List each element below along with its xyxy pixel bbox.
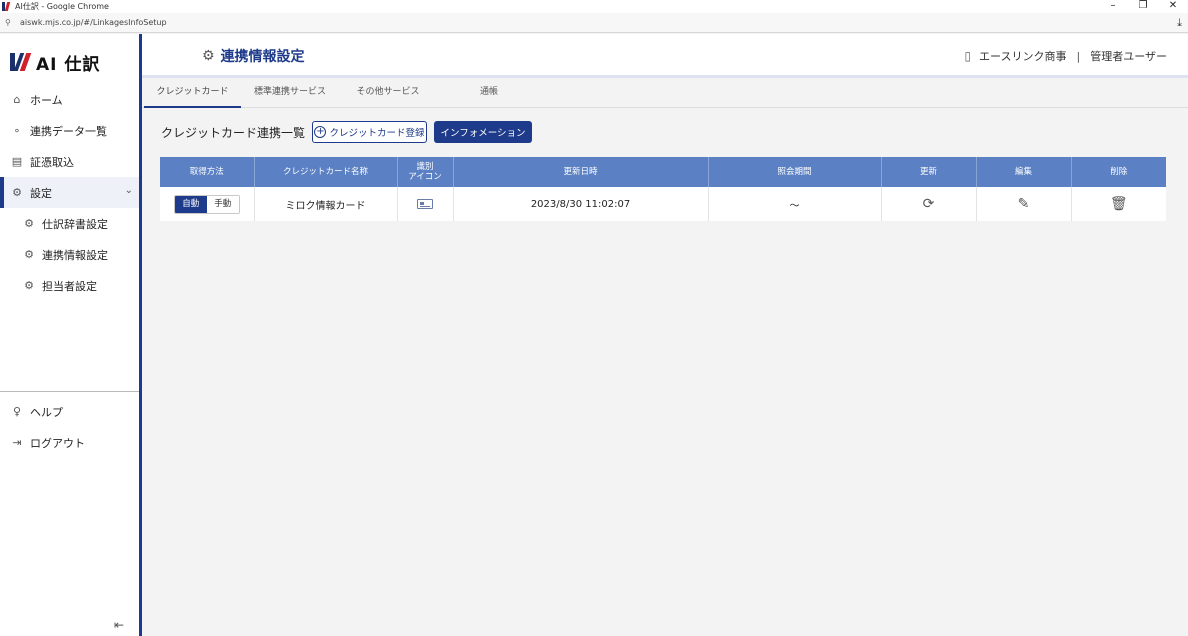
brand-mark-icon bbox=[10, 53, 32, 71]
lightbulb-icon: ♀ bbox=[12, 405, 22, 418]
updated-at-cell: 2023/8/30 11:02:07 bbox=[453, 187, 709, 221]
tab-credit-card[interactable]: クレジットカード bbox=[144, 81, 241, 108]
mode-auto-option[interactable]: 自動 bbox=[174, 195, 207, 213]
close-icon[interactable]: ✕ bbox=[1158, 0, 1188, 13]
user-name[interactable]: 管理者ユーザー bbox=[1090, 48, 1167, 64]
register-button-label: クレジットカード登録 bbox=[329, 128, 425, 139]
column-header-delete: 削除 bbox=[1071, 157, 1166, 187]
edit-icon[interactable]: ✎ bbox=[1018, 196, 1030, 212]
delete-cell: 🗑 bbox=[1071, 187, 1166, 221]
plus-circle-icon: + bbox=[314, 126, 327, 138]
column-header-period: 照会期間 bbox=[708, 157, 882, 187]
staff-settings-icon: ⚙ bbox=[24, 279, 34, 292]
sidebar-subitem-label: 仕訳辞書設定 bbox=[42, 217, 108, 231]
identifier-icon-cell bbox=[397, 187, 454, 221]
site-info-icon[interactable]: ⚲ bbox=[5, 18, 15, 27]
sidebar-item-label: 連携データ一覧 bbox=[30, 124, 107, 138]
page-title: ⚙ 連携情報設定 bbox=[202, 46, 305, 66]
settings-gear-icon: ⚙ bbox=[12, 186, 22, 199]
page-title-text: 連携情報設定 bbox=[220, 49, 305, 65]
sidebar-subitem-linkage-info[interactable]: ⚙ 連携情報設定 bbox=[0, 239, 139, 270]
company-name: エースリンク商事 bbox=[979, 50, 1067, 63]
column-header-refresh: 更新 bbox=[881, 157, 977, 187]
column-header-icon-line1: 識別 bbox=[416, 162, 434, 172]
minimize-icon[interactable]: – bbox=[1098, 0, 1128, 13]
column-header-updated-at: 更新日時 bbox=[453, 157, 709, 187]
user-area: ▯ エースリンク商事 | 管理者ユーザー bbox=[964, 48, 1167, 64]
window-title: AI仕訳 - Google Chrome bbox=[15, 2, 109, 11]
tab-standard-service[interactable]: 標準連携サービス bbox=[246, 81, 334, 108]
sidebar-subitem-journal-dictionary[interactable]: ⚙ 仕訳辞書設定 bbox=[0, 208, 139, 239]
restore-icon[interactable]: ❐ bbox=[1128, 0, 1158, 13]
sidebar-nav: ⌂ ホーム ∘ 連携データ一覧 ▤ 証憑取込 ⚙ 設定 ⌄ ⚙ 仕訳辞書設定 ⚙… bbox=[0, 84, 139, 301]
sidebar-item-label: ログアウト bbox=[30, 436, 85, 450]
sidebar-item-linked-data[interactable]: ∘ 連携データ一覧 bbox=[0, 115, 139, 146]
window-controls: – ❐ ✕ bbox=[1098, 0, 1188, 13]
period-cell: ～ bbox=[708, 187, 882, 221]
refresh-icon[interactable]: ⟳ bbox=[923, 196, 935, 212]
sidebar-divider bbox=[0, 391, 139, 392]
column-header-card-name: クレジットカード名称 bbox=[254, 157, 398, 187]
app-logo-icon bbox=[2, 2, 12, 11]
edit-cell: ✎ bbox=[976, 187, 1072, 221]
column-header-identifier-icon: 識別 アイコン bbox=[397, 157, 454, 187]
column-header-method: 取得方法 bbox=[160, 157, 255, 187]
dictionary-settings-icon: ⚙ bbox=[24, 217, 34, 230]
sidebar-item-label: 設定 bbox=[30, 186, 52, 200]
logout-icon: ⇥ bbox=[12, 436, 22, 449]
collapse-sidebar-icon[interactable]: ⇤ bbox=[114, 618, 124, 632]
browser-titlebar: AI仕訳 - Google Chrome – ❐ ✕ bbox=[0, 0, 1188, 13]
column-header-icon-line2: アイコン bbox=[408, 172, 442, 182]
sidebar-item-home[interactable]: ⌂ ホーム bbox=[0, 84, 139, 115]
tab-other-service[interactable]: その他サービス bbox=[348, 81, 428, 108]
column-header-edit: 編集 bbox=[976, 157, 1072, 187]
credit-card-table: 取得方法 クレジットカード名称 識別 アイコン 更新日時 照会期間 更新 編集 … bbox=[160, 157, 1166, 221]
sidebar: AI 仕訳 ⌂ ホーム ∘ 連携データ一覧 ▤ 証憑取込 ⚙ 設定 ⌄ ⚙ 仕訳… bbox=[0, 34, 142, 636]
sidebar-item-label: 証憑取込 bbox=[30, 155, 74, 169]
voucher-icon: ▤ bbox=[11, 155, 23, 168]
card-name-cell: ミロク情報カード bbox=[254, 187, 398, 221]
linkage-settings-icon: ⚙ bbox=[24, 248, 34, 261]
table-row: 自動 手動 ミロク情報カード 2023/8/30 11:02:07 ～ ⟳ ✎ … bbox=[160, 187, 1166, 221]
sidebar-item-logout[interactable]: ⇥ ログアウト bbox=[0, 427, 139, 458]
refresh-cell: ⟳ bbox=[881, 187, 977, 221]
tab-passbook[interactable]: 通帳 bbox=[464, 81, 514, 108]
brand-logo[interactable]: AI 仕訳 bbox=[10, 52, 101, 75]
company-icon: ▯ bbox=[964, 49, 972, 63]
trash-icon[interactable]: 🗑 bbox=[1110, 196, 1128, 212]
download-icon[interactable]: ⤓ bbox=[1177, 16, 1182, 30]
home-icon: ⌂ bbox=[13, 93, 21, 106]
sidebar-item-help[interactable]: ♀ ヘルプ bbox=[0, 396, 139, 427]
section-title: クレジットカード連携一覧 bbox=[161, 126, 306, 140]
brand-name: AI 仕訳 bbox=[36, 54, 101, 75]
sidebar-item-settings[interactable]: ⚙ 設定 ⌄ bbox=[0, 177, 139, 208]
address-bar[interactable]: ⚲ aiswk.mjs.co.jp/#/LinkagesInfoSetup ⤓ bbox=[0, 13, 1188, 33]
sidebar-bottom-nav: ♀ ヘルプ ⇥ ログアウト bbox=[0, 396, 139, 458]
settings-gear-icon: ⚙ bbox=[202, 48, 215, 64]
chevron-down-icon: ⌄ bbox=[124, 185, 133, 196]
page-header: ⚙ 連携情報設定 ▯ エースリンク商事 | 管理者ユーザー bbox=[142, 34, 1188, 78]
sidebar-subitem-label: 担当者設定 bbox=[42, 279, 97, 293]
sidebar-subitem-label: 連携情報設定 bbox=[42, 248, 108, 262]
method-toggle: 自動 手動 bbox=[173, 194, 240, 214]
sidebar-subitem-staff[interactable]: ⚙ 担当者設定 bbox=[0, 270, 139, 301]
credit-card-icon bbox=[417, 198, 433, 209]
mode-manual-option[interactable]: 手動 bbox=[206, 195, 239, 213]
method-cell: 自動 手動 bbox=[160, 187, 255, 221]
table-header-row: 取得方法 クレジットカード名称 識別 アイコン 更新日時 照会期間 更新 編集 … bbox=[160, 157, 1166, 187]
sidebar-item-label: ヘルプ bbox=[30, 405, 63, 419]
header-separator: | bbox=[1076, 49, 1081, 63]
url-text[interactable]: aiswk.mjs.co.jp/#/LinkagesInfoSetup bbox=[20, 18, 167, 27]
link-data-icon: ∘ bbox=[13, 124, 21, 137]
register-credit-card-button[interactable]: + クレジットカード登録 bbox=[312, 121, 427, 143]
tab-bar: クレジットカード 標準連携サービス その他サービス 通帳 bbox=[142, 81, 1188, 108]
sidebar-item-voucher-import[interactable]: ▤ 証憑取込 bbox=[0, 146, 139, 177]
information-button[interactable]: インフォメーション bbox=[434, 121, 532, 143]
sidebar-item-label: ホーム bbox=[30, 93, 63, 107]
